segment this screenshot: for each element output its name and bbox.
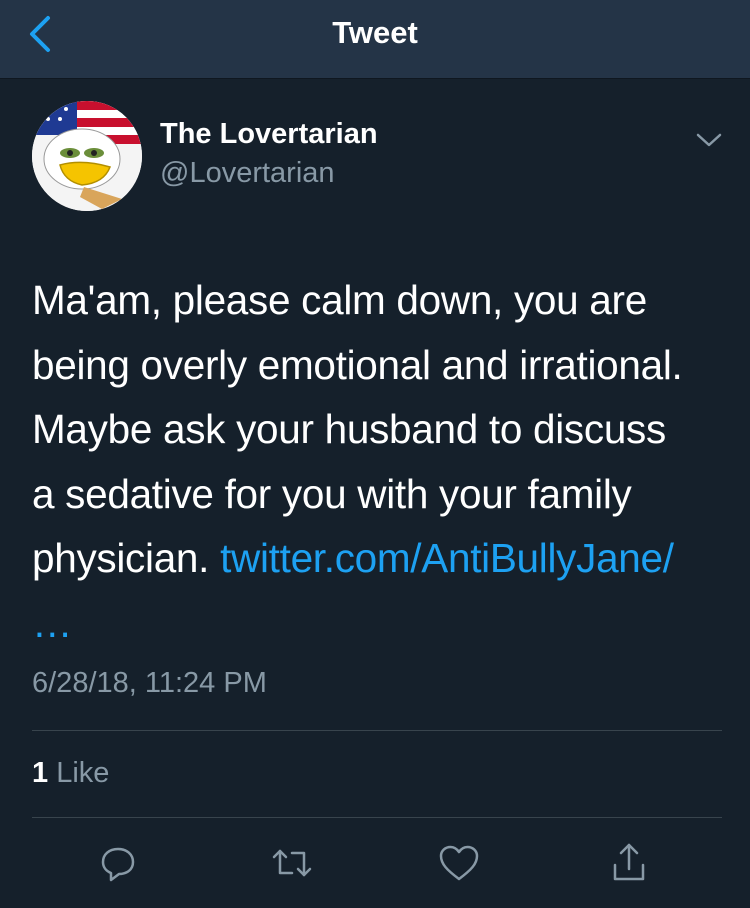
retweet-button[interactable] (267, 838, 317, 888)
author-handle[interactable]: @Lovertarian (160, 157, 335, 190)
author-display-name[interactable]: The Lovertarian (160, 118, 378, 151)
like-button[interactable] (434, 838, 484, 888)
tweet-text-line: Maybe ask your husband to discuss (32, 406, 666, 452)
tweet-text-line-tail: physician. (32, 535, 210, 581)
retweet-icon (272, 849, 312, 877)
tweet-text: Ma'am, please calm down, you are being o… (32, 268, 732, 655)
link-ellipsis[interactable]: … (32, 591, 732, 656)
share-button[interactable] (604, 838, 654, 888)
likes-count: 1 (32, 757, 49, 789)
heart-icon (439, 845, 479, 881)
tweet-timestamp: 6/28/18, 11:24 PM (32, 667, 267, 699)
navigation-bar: Tweet (0, 0, 750, 79)
tweet-text-line: being overly emotional and irrational. (32, 341, 683, 388)
likes-count-link[interactable]: 1 Like (32, 757, 109, 790)
chevron-down-icon (696, 133, 722, 147)
avatar[interactable] (32, 101, 142, 211)
tweet-text-line: a sedative for you with your family (32, 470, 632, 517)
page-title: Tweet (332, 15, 418, 50)
tweet-text-line: physician. twitter.com/AntiBullyJane/ (32, 526, 732, 591)
tweet-menu-button[interactable] (692, 128, 726, 152)
reply-button[interactable] (93, 838, 143, 888)
tweet-link[interactable]: twitter.com/AntiBullyJane/ (220, 535, 674, 581)
share-icon (613, 843, 645, 881)
likes-label: Like (56, 757, 110, 789)
avatar-image (32, 101, 142, 211)
divider (32, 817, 722, 818)
tweet-text-line: Ma'am, please calm down, you are (32, 277, 647, 323)
divider (32, 730, 722, 731)
reply-icon (101, 847, 135, 882)
